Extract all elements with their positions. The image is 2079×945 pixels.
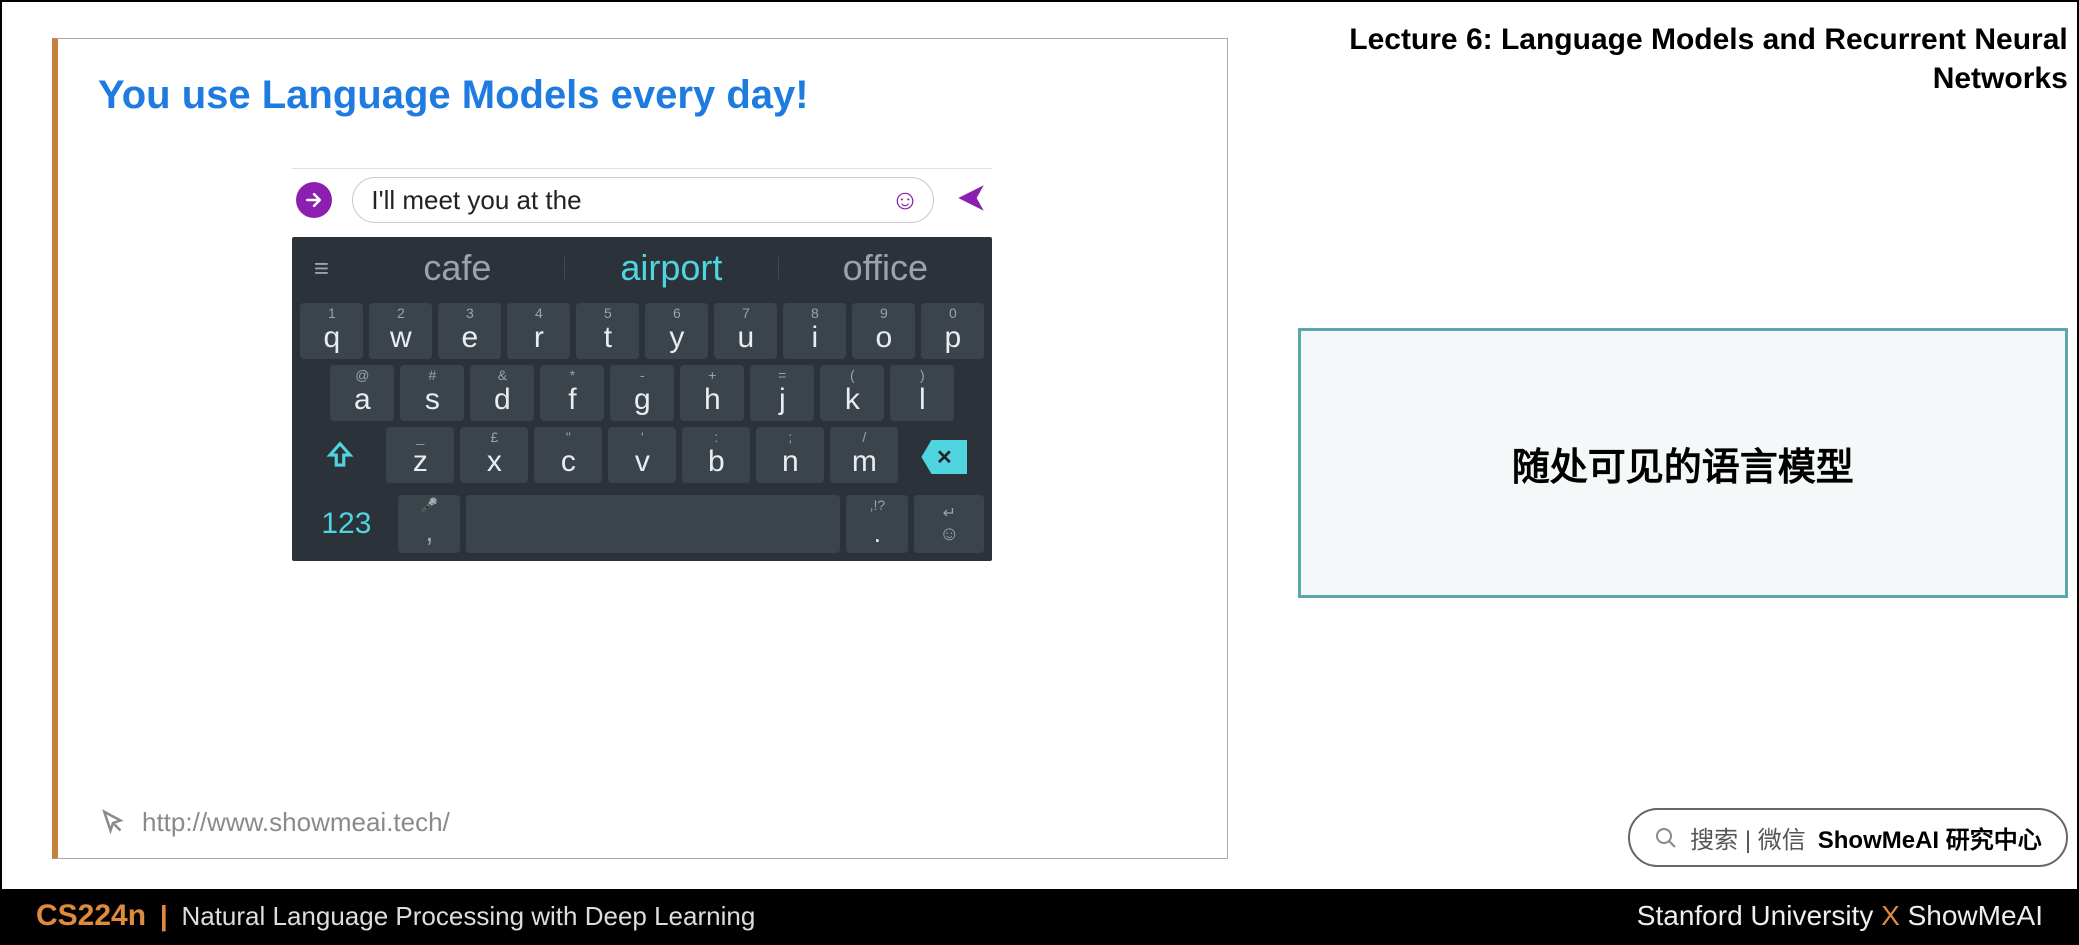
mic-icon: 🎤 (398, 497, 460, 514)
key-g[interactable]: -g (610, 365, 674, 421)
keyboard-row-3: _z£x"c'v:b;n/m✕ (300, 427, 984, 483)
suggestion-office[interactable]: office (778, 247, 992, 289)
key-r[interactable]: 4r (507, 303, 570, 359)
callout-box: 随处可见的语言模型 (1298, 328, 2068, 598)
arrow-right-icon[interactable] (296, 182, 332, 218)
key-u[interactable]: 7u (714, 303, 777, 359)
smiley-icon[interactable]: ☺ (891, 184, 920, 216)
key-s[interactable]: #s (400, 365, 464, 421)
bottom-left: CS224n | Natural Language Processing wit… (36, 899, 755, 933)
key-y[interactable]: 6y (645, 303, 708, 359)
main-area: You use Language Models every day! I'll … (2, 2, 2077, 889)
key-i[interactable]: 8i (783, 303, 846, 359)
mic-key[interactable]: 🎤 , (398, 495, 460, 553)
bottom-bar: CS224n | Natural Language Processing wit… (2, 889, 2077, 943)
keyboard-rows: 1q2w3e4r5t6y7u8i9o0p @a#s&d*f-g+h=j(k)l … (292, 299, 992, 495)
hamburger-icon[interactable]: ≡ (292, 255, 350, 281)
shift-key[interactable] (300, 427, 380, 483)
key-f[interactable]: *f (540, 365, 604, 421)
period-key[interactable]: ,!? . (846, 495, 908, 553)
message-text: I'll meet you at the (371, 185, 581, 216)
backspace-key[interactable]: ✕ (904, 427, 984, 483)
key-z[interactable]: _z (386, 427, 454, 483)
key-n[interactable]: ;n (756, 427, 824, 483)
key-l[interactable]: )l (890, 365, 954, 421)
key-h[interactable]: +h (680, 365, 744, 421)
left-pane: You use Language Models every day! I'll … (2, 2, 1268, 889)
right-pane: Lecture 6: Language Models and Recurrent… (1268, 2, 2079, 889)
slide-title: You use Language Models every day! (98, 73, 1187, 118)
search-icon (1654, 826, 1678, 850)
bottom-right: Stanford University X ShowMeAI (1637, 900, 2043, 932)
cursor-icon (98, 808, 128, 838)
suggestion-row: ≡ cafeairportoffice (292, 237, 992, 299)
footer-link[interactable]: http://www.showmeai.tech/ (98, 807, 1187, 838)
numeric-key[interactable]: 123 (300, 495, 392, 553)
key-x[interactable]: £x (460, 427, 528, 483)
key-q[interactable]: 1q (300, 303, 363, 359)
course-code: CS224n (36, 899, 146, 933)
message-input[interactable]: I'll meet you at the ☺ (352, 177, 934, 223)
key-j[interactable]: =j (750, 365, 814, 421)
key-t[interactable]: 5t (576, 303, 639, 359)
key-v[interactable]: 'v (608, 427, 676, 483)
suggestion-cafe[interactable]: cafe (350, 247, 564, 289)
course-name: Natural Language Processing with Deep Le… (181, 901, 755, 932)
key-e[interactable]: 3e (438, 303, 501, 359)
search-pill[interactable]: 搜索 | 微信 ShowMeAI 研究中心 (1628, 808, 2068, 867)
suggestion-airport[interactable]: airport (564, 247, 778, 289)
callout-text: 随处可见的语言模型 (1512, 436, 1854, 491)
keyboard-row-1: 1q2w3e4r5t6y7u8i9o0p (300, 303, 984, 359)
key-k[interactable]: (k (820, 365, 884, 421)
page-root: You use Language Models every day! I'll … (0, 0, 2079, 945)
enter-key[interactable]: ↵ ☺ (914, 495, 984, 553)
key-p[interactable]: 0p (921, 303, 984, 359)
key-d[interactable]: &d (470, 365, 534, 421)
message-bar: I'll meet you at the ☺ (292, 168, 992, 237)
slide-frame: You use Language Models every day! I'll … (52, 38, 1228, 859)
key-b[interactable]: :b (682, 427, 750, 483)
keyboard-bottom-row: 123 🎤 , ,!? . ↵ (292, 495, 992, 561)
key-w[interactable]: 2w (369, 303, 432, 359)
keyboard: ≡ cafeairportoffice 1q2w3e4r5t6y7u8i9o0p… (292, 237, 992, 561)
send-icon[interactable] (954, 181, 988, 220)
key-c[interactable]: "c (534, 427, 602, 483)
key-a[interactable]: @a (330, 365, 394, 421)
key-m[interactable]: /m (830, 427, 898, 483)
key-o[interactable]: 9o (852, 303, 915, 359)
phone-ui: I'll meet you at the ☺ ≡ cafeairportoffi… (292, 168, 992, 561)
spacebar-key[interactable] (466, 495, 840, 553)
lecture-header: Lecture 6: Language Models and Recurrent… (1298, 20, 2068, 98)
suggestions: cafeairportoffice (350, 247, 992, 289)
keyboard-row-2: @a#s&d*f-g+h=j(k)l (300, 365, 984, 421)
